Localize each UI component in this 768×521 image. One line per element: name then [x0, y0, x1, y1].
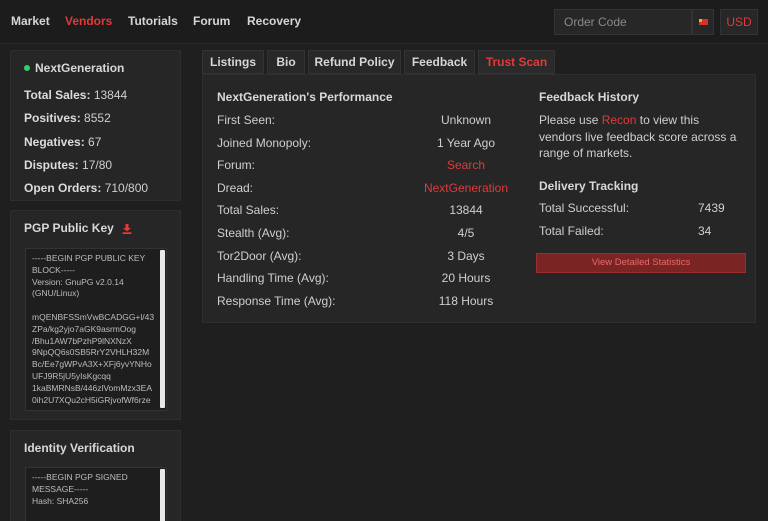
pgp-key-line: 9NpQQ6s0SB5RrY2VHLH32M: [32, 347, 150, 358]
stat-negatives: Negatives: 67: [24, 135, 102, 149]
perf-label: Forum:: [217, 158, 256, 172]
identity-line: MESSAGE-----: [32, 483, 89, 494]
identity-textarea[interactable]: -----BEGIN PGP SIGNED MESSAGE----- Hash: S…: [25, 467, 167, 521]
identity-line: -----BEGIN PGP SIGNED: [32, 472, 128, 482]
perf-label: Tor2Door (Avg):: [217, 249, 302, 263]
identity-scrollbar[interactable]: [160, 469, 165, 521]
delivery-value: 7439: [698, 201, 725, 215]
perf-value: 20 Hours: [441, 271, 491, 285]
pgp-key-scrollbar[interactable]: [160, 250, 165, 408]
pgp-key-line: 1kaBMRNsB/446zlVomMzx3EA: [32, 382, 152, 393]
identity-title: Identity Verification: [24, 441, 135, 455]
download-icon[interactable]: [122, 223, 132, 234]
order-code-input[interactable]: [554, 9, 692, 35]
stat-total-sales: Total Sales: 13844: [24, 88, 128, 102]
pgp-key-line: /Bhu1AW7bPzhP9lNXNzX: [32, 335, 132, 346]
forum-search-link[interactable]: Search: [401, 158, 531, 172]
perf-value: Unknown: [440, 113, 492, 127]
perf-value: 4/5: [457, 226, 475, 240]
pgp-key-line: ZPa/kg2yjo7aGK9asrmOog: [32, 323, 136, 334]
pgp-key-line: [32, 300, 166, 312]
delivery-label: Total Successful:: [539, 201, 630, 215]
pgp-key-textarea[interactable]: -----BEGIN PGP PUBLIC KEY BLOCK----- Versi…: [25, 248, 167, 411]
pgp-key-line: UFJ9R5jU5yIsKgcqq: [32, 370, 111, 381]
online-status-icon: [24, 65, 30, 71]
top-navbar: Market Vendors Tutorials Forum Recovery …: [0, 0, 768, 44]
perf-label: Handling Time (Avg):: [217, 271, 329, 285]
nav-forum[interactable]: Forum: [193, 14, 230, 28]
stat-open-orders: Open Orders: 710/800: [24, 181, 149, 195]
tab-listings[interactable]: Listings: [202, 50, 264, 74]
stat-positives: Positives: 8552: [24, 111, 111, 125]
tab-feedback[interactable]: Feedback: [404, 50, 475, 74]
feedback-history-text: Please use Recon to view this vendors li…: [539, 113, 737, 160]
perf-label: Total Sales:: [217, 203, 280, 217]
pgp-key-line: Bc/Ee7gWPvA3X+XFj6yvYNHo: [32, 359, 152, 370]
perf-label: Dread:: [217, 181, 254, 195]
nav-recovery[interactable]: Recovery: [247, 14, 301, 28]
delivery-value: 34: [698, 224, 712, 238]
tab-refund-policy[interactable]: Refund Policy: [308, 50, 401, 74]
vendor-name[interactable]: NextGeneration: [24, 61, 124, 75]
pgp-key-line: 0ih2U7XQu2cH5iGRjvofWf6rze: [32, 394, 151, 405]
perf-value: 118 Hours: [438, 294, 494, 308]
tab-trust-scan[interactable]: Trust Scan: [478, 50, 555, 74]
perf-value: 1 Year Ago: [436, 136, 496, 150]
pgp-key-line: -----BEGIN PGP PUBLIC KEY: [32, 253, 146, 263]
identity-line: Hash: SHA256: [32, 495, 89, 506]
recon-link[interactable]: Recon: [602, 113, 637, 127]
nav-vendors[interactable]: Vendors: [65, 14, 112, 28]
delivery-label: Total Failed:: [539, 224, 604, 238]
perf-label: First Seen:: [217, 113, 276, 127]
pgp-key-line: Version: GnuPG v2.0.14: [32, 276, 124, 287]
perf-label: Response Time (Avg):: [217, 294, 336, 308]
perf-value: 13844: [449, 203, 483, 217]
currency-button[interactable]: USD: [720, 9, 758, 35]
stat-disputes: Disputes: 17/80: [24, 158, 113, 172]
feedback-history-title: Feedback History: [539, 90, 640, 104]
perf-label: Joined Monopoly:: [217, 136, 312, 150]
view-statistics-button[interactable]: View Detailed Statistics: [536, 253, 746, 273]
pgp-key-line: (GNU/Linux): [32, 288, 80, 299]
flag-icon: [699, 19, 708, 25]
performance-title: NextGeneration's Performance: [217, 90, 393, 104]
pgp-key-line: BLOCK-----: [32, 264, 75, 275]
delivery-tracking-title: Delivery Tracking: [539, 179, 639, 193]
nav-market[interactable]: Market: [11, 14, 50, 28]
perf-label: Stealth (Avg):: [217, 226, 290, 240]
perf-value: 3 Days: [447, 249, 485, 263]
nav-tutorials[interactable]: Tutorials: [128, 14, 178, 28]
pgp-key-line: mQENBFSSmVwBCADGG+l/43: [32, 311, 155, 322]
tab-bio[interactable]: Bio: [267, 50, 305, 74]
dread-profile-link[interactable]: NextGeneration: [401, 181, 531, 195]
pgp-key-title: PGP Public Key: [24, 221, 132, 235]
language-flag-button[interactable]: [692, 9, 714, 35]
